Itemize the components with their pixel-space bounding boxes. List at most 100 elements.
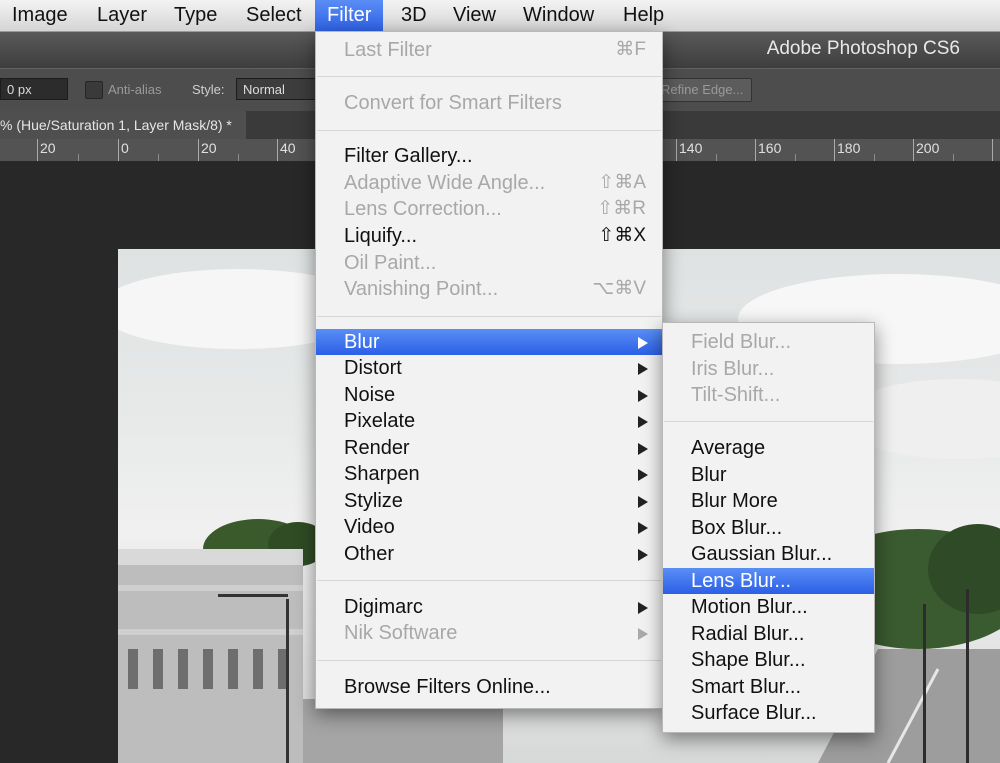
menu-item-shortcut: ⇧⌘A: [598, 172, 646, 193]
menu-item-convert-smart-filters[interactable]: Convert for Smart Filters: [316, 90, 662, 116]
menu-item-label: Blur: [344, 331, 380, 353]
menu-item-label: Distort: [344, 357, 402, 379]
submenu-item-surface-blur[interactable]: Surface Blur...: [663, 700, 874, 726]
refine-edge-button[interactable]: Refine Edge...: [652, 78, 753, 102]
menu-item-label: Vanishing Point...: [344, 278, 499, 300]
menu-type[interactable]: Type: [162, 0, 229, 31]
submenu-item-field-blur[interactable]: Field Blur...: [663, 329, 874, 355]
submenu-item-blur-more[interactable]: Blur More: [663, 488, 874, 514]
submenu-item-radial-blur[interactable]: Radial Blur...: [663, 621, 874, 647]
menu-item-label: Digimarc: [344, 596, 423, 618]
ruler-tick: [834, 139, 835, 161]
submenu-arrow-icon: [638, 443, 648, 455]
menu-bar: Image Layer Type Select Filter 3D View W…: [0, 0, 1000, 32]
menu-item-shortcut: ⇧⌘R: [597, 198, 646, 219]
ruler-tick-minor: [158, 154, 159, 161]
menu-item-label: Browse Filters Online...: [344, 676, 551, 698]
menu-view[interactable]: View: [441, 0, 508, 31]
menu-item-label: Smart Blur...: [691, 676, 802, 698]
submenu-arrow-icon: [638, 337, 648, 349]
ruler-label: 0: [121, 140, 129, 156]
menu-item-other[interactable]: Other: [316, 541, 662, 567]
menu-filter[interactable]: Filter: [315, 0, 384, 31]
menu-item-label: Field Blur...: [691, 331, 792, 353]
menu-item-stylize[interactable]: Stylize: [316, 488, 662, 514]
menu-separator: [317, 660, 661, 661]
submenu-item-tilt-shift[interactable]: Tilt-Shift...: [663, 382, 874, 408]
menu-item-nik-software[interactable]: Nik Software: [316, 620, 662, 646]
submenu-item-gaussian-blur[interactable]: Gaussian Blur...: [663, 541, 874, 567]
menu-item-liquify[interactable]: Liquify... ⇧⌘X: [316, 223, 662, 249]
menu-select[interactable]: Select: [234, 0, 314, 31]
menu-item-label: Liquify...: [344, 225, 417, 247]
ruler-tick: [913, 139, 914, 161]
feather-input[interactable]: 0 px: [0, 78, 68, 100]
menu-window[interactable]: Window: [511, 0, 606, 31]
menu-item-label: Oil Paint...: [344, 252, 437, 274]
submenu-arrow-icon: [638, 602, 648, 614]
menu-item-noise[interactable]: Noise: [316, 382, 662, 408]
menu-item-label: Lens Blur...: [691, 570, 792, 592]
menu-item-pixelate[interactable]: Pixelate: [316, 408, 662, 434]
menu-item-label: Iris Blur...: [691, 358, 775, 380]
ruler-label: 20: [201, 140, 217, 156]
menu-separator: [664, 421, 873, 422]
submenu-item-box-blur[interactable]: Box Blur...: [663, 515, 874, 541]
submenu-item-motion-blur[interactable]: Motion Blur...: [663, 594, 874, 620]
menu-item-label: Motion Blur...: [691, 596, 808, 618]
submenu-item-iris-blur[interactable]: Iris Blur...: [663, 356, 874, 382]
style-select[interactable]: Normal: [236, 78, 316, 100]
menu-item-label: Average: [691, 437, 766, 459]
ruler-tick: [118, 139, 119, 161]
ruler-tick-minor: [795, 154, 796, 161]
antialias-checkbox[interactable]: [85, 81, 103, 99]
menu-layer[interactable]: Layer: [85, 0, 159, 31]
submenu-item-blur[interactable]: Blur: [663, 462, 874, 488]
menu-item-filter-gallery[interactable]: Filter Gallery...: [316, 143, 662, 169]
menu-item-label: Sharpen: [344, 463, 420, 485]
menu-item-label: Pixelate: [344, 410, 416, 432]
menu-item-distort[interactable]: Distort: [316, 355, 662, 381]
menu-item-video[interactable]: Video: [316, 514, 662, 540]
style-label: Style:: [192, 82, 225, 97]
ruler-tick: [198, 139, 199, 161]
menu-item-adaptive-wide-angle[interactable]: Adaptive Wide Angle... ⇧⌘A: [316, 170, 662, 196]
submenu-arrow-icon: [638, 469, 648, 481]
menu-item-label: Noise: [344, 384, 396, 406]
menu-item-sharpen[interactable]: Sharpen: [316, 461, 662, 487]
menu-separator: [317, 316, 661, 317]
ruler-label: 160: [758, 140, 782, 156]
ruler-tick: [37, 139, 38, 161]
menu-item-vanishing-point[interactable]: Vanishing Point... ⌥⌘V: [316, 276, 662, 302]
menu-help[interactable]: Help: [611, 0, 676, 31]
menu-3d[interactable]: 3D: [389, 0, 439, 31]
menu-item-oil-paint[interactable]: Oil Paint...: [316, 250, 662, 276]
menu-item-label: Nik Software: [344, 622, 458, 644]
submenu-item-shape-blur[interactable]: Shape Blur...: [663, 647, 874, 673]
menu-item-render[interactable]: Render: [316, 435, 662, 461]
menu-item-label: Tilt-Shift...: [691, 384, 781, 406]
submenu-item-smart-blur[interactable]: Smart Blur...: [663, 674, 874, 700]
menu-item-digimarc[interactable]: Digimarc: [316, 594, 662, 620]
menu-item-last-filter[interactable]: Last Filter ⌘F: [316, 37, 662, 63]
menu-item-blur[interactable]: Blur: [316, 329, 662, 355]
document-tab[interactable]: % (Hue/Saturation 1, Layer Mask/8) *: [0, 111, 246, 139]
menu-item-label: Gaussian Blur...: [691, 543, 833, 565]
menu-item-lens-correction[interactable]: Lens Correction... ⇧⌘R: [316, 196, 662, 222]
menu-item-browse-filters-online[interactable]: Browse Filters Online...: [316, 674, 662, 700]
ruler-tick-minor: [716, 154, 717, 161]
menu-image[interactable]: Image: [0, 0, 80, 31]
menu-item-shortcut: ⌥⌘V: [592, 278, 646, 299]
submenu-item-average[interactable]: Average: [663, 435, 874, 461]
menu-item-label: Blur More: [691, 490, 778, 512]
menu-item-label: Lens Correction...: [344, 198, 502, 220]
menu-item-label: Radial Blur...: [691, 623, 805, 645]
ruler-tick-minor: [238, 154, 239, 161]
submenu-arrow-icon: [638, 628, 648, 640]
submenu-item-lens-blur[interactable]: Lens Blur...: [663, 568, 874, 594]
submenu-arrow-icon: [638, 549, 648, 561]
blur-submenu: Field Blur... Iris Blur... Tilt-Shift...…: [662, 322, 875, 733]
menu-item-label: Other: [344, 543, 395, 565]
menu-item-shortcut: ⌘F: [615, 39, 646, 60]
menu-item-label: Surface Blur...: [691, 702, 817, 724]
